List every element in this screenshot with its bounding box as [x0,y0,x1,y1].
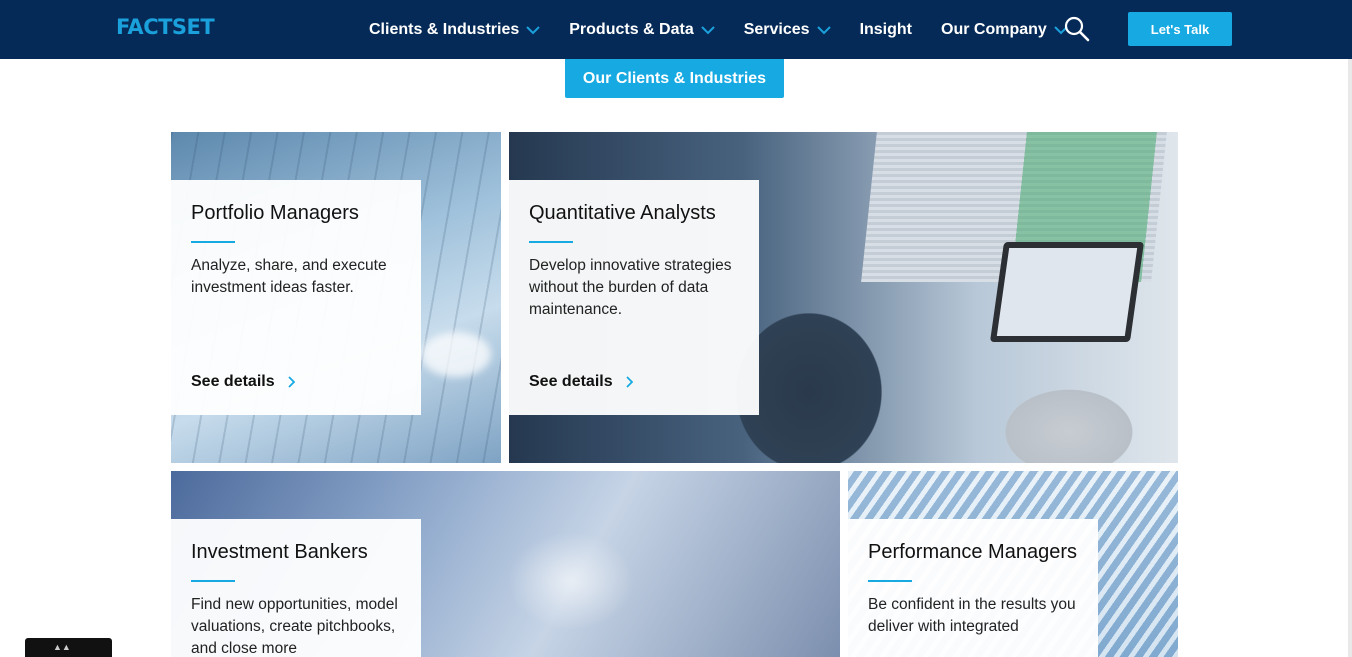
card-divider [868,580,912,582]
nav-services[interactable]: Services [744,21,831,39]
card-description: Develop innovative strategies without th… [529,257,732,318]
quantitative-analysts-card: Quantitative Analysts Develop innovative… [509,180,759,415]
card-description: Find new opportunities, model valuations… [191,596,398,657]
card-title: Quantitative Analysts [529,202,716,224]
chevron-down-icon [701,25,715,34]
card-title: Portfolio Managers [191,202,359,224]
chat-widget-tab[interactable]: ▲▲ [25,638,112,657]
cloud-decoration [421,332,491,377]
nav-insight[interactable]: Insight [860,21,912,39]
portfolio-managers-card: Portfolio Managers Analyze, share, and e… [171,180,421,415]
card-divider [191,580,235,582]
our-clients-industries-button[interactable]: Our Clients & Industries [565,59,784,98]
chevron-down-icon [526,25,540,34]
nav-our-company[interactable]: Our Company [941,21,1068,39]
laptop-decoration [989,242,1145,342]
nav-label: Our Company [941,20,1047,38]
see-details-link[interactable]: See details [529,373,633,391]
nav-label: Insight [859,20,912,38]
card-description: Be confident in the results you deliver … [868,596,1076,635]
scrollbar[interactable] [1348,59,1352,657]
nav-label: Clients & Industries [369,20,520,38]
card-title: Investment Bankers [191,541,368,563]
factset-logo[interactable]: FACTSET [116,15,215,39]
card-divider [191,241,235,243]
search-icon[interactable] [1064,16,1090,42]
nav-clients-industries[interactable]: Clients & Industries [369,21,540,39]
nav-label: Services [743,20,810,38]
card-title: Performance Managers [868,541,1077,563]
main-nav: Clients & Industries Products & Data Ser… [369,0,1097,59]
chevron-down-icon [816,25,831,34]
chevron-right-icon [625,376,633,388]
card-divider [529,241,573,243]
card-description: Analyze, share, and execute investment i… [191,257,387,296]
nav-products-data[interactable]: Products & Data [569,20,715,39]
nav-label: Products & Data [569,20,694,38]
link-label: See details [529,373,613,390]
top-navigation: FACTSET Clients & Industries Products & … [0,0,1352,59]
chat-widget-icon: ▲▲ [53,642,71,652]
see-details-link[interactable]: See details [191,373,295,391]
chevron-right-icon [287,376,295,388]
lets-talk-button[interactable]: Let's Talk [1128,12,1232,46]
performance-managers-card: Performance Managers Be confident in the… [848,519,1098,657]
investment-bankers-card: Investment Bankers Find new opportunitie… [171,519,421,657]
link-label: See details [191,373,275,390]
